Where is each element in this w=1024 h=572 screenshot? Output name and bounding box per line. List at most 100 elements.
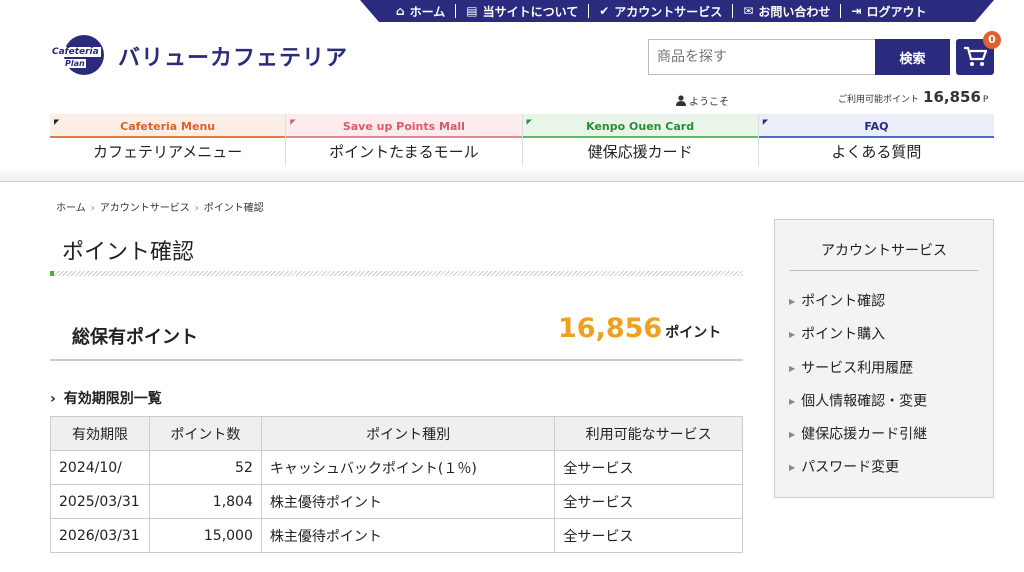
points-by-expiry-table: 有効期限 ポイント数 ポイント種別 利用可能なサービス 2024/10/ 52 … bbox=[50, 416, 743, 553]
chevron-right-icon: › bbox=[90, 203, 95, 214]
tab-corner-mark-icon: ◤ bbox=[762, 118, 769, 126]
top-nav-bar: ⌂ ホーム ▤ 当サイトについて ✔ アカウントサービス ✉ お問い合わせ ⇥ … bbox=[360, 0, 994, 22]
table-row: 2024/10/ 52 キャッシュバックポイント(１％) 全サービス bbox=[50, 450, 743, 485]
triangle-right-icon: ▶ bbox=[789, 430, 796, 440]
sidebar-title: アカウントサービス bbox=[790, 240, 978, 271]
table-row: 2026/03/31 15,000 株主優待ポイント 全サービス bbox=[50, 518, 743, 553]
top-nav-contact-label: お問い合わせ bbox=[758, 4, 831, 19]
breadcrumb-account[interactable]: アカウントサービス bbox=[100, 203, 190, 214]
column-header-type: ポイント種別 bbox=[260, 416, 556, 451]
tab-corner-mark-icon: ◤ bbox=[54, 118, 60, 126]
sidebar-item-personal-info[interactable]: ▶ 個人情報確認・変更 bbox=[775, 385, 993, 418]
total-points-label: 総保有ポイント bbox=[72, 327, 198, 348]
column-header-service: 利用可能なサービス bbox=[554, 416, 743, 451]
table-header-row: 有効期限 ポイント数 ポイント種別 利用可能なサービス bbox=[50, 416, 743, 451]
cell-points: 15,000 bbox=[148, 518, 262, 553]
cell-points: 1,804 bbox=[148, 484, 262, 519]
breadcrumb: ホーム › アカウントサービス › ポイント確認 bbox=[56, 199, 264, 214]
nav-tab-en-label: Save up Points Mall bbox=[286, 114, 522, 138]
sidebar-item-label: パスワード変更 bbox=[801, 459, 900, 476]
available-points-label: ご利用可能ポイント bbox=[838, 95, 920, 105]
nav-tab-jp-label: カフェテリアメニュー bbox=[92, 143, 243, 161]
chevron-right-icon: › bbox=[50, 391, 56, 407]
logout-icon: ⇥ bbox=[851, 4, 862, 18]
available-points: ご利用可能ポイント 16,856 P bbox=[838, 88, 988, 106]
sidebar-item-label: 健保応援カード引継 bbox=[801, 426, 928, 443]
top-nav-logout-label: ログアウト bbox=[866, 4, 927, 19]
welcome-message: ようこそ bbox=[676, 93, 729, 108]
welcome-label: ようこそ bbox=[689, 97, 729, 108]
cell-points: 52 bbox=[148, 450, 262, 485]
section-heading-label: 有効期限別一覧 bbox=[63, 391, 162, 407]
page-title: ポイント確認 bbox=[62, 240, 195, 265]
user-icon bbox=[676, 95, 686, 106]
search-input[interactable] bbox=[648, 39, 875, 75]
cell-service: 全サービス bbox=[554, 484, 743, 519]
nav-tab-en-label: Kenpo Ouen Card bbox=[522, 114, 758, 138]
cell-expiry: 2026/03/31 bbox=[50, 518, 150, 553]
sidebar-item-password-change[interactable]: ▶ パスワード変更 bbox=[775, 451, 993, 484]
triangle-right-icon: ▶ bbox=[789, 330, 796, 340]
sidebar-item-label: サービス利用履歴 bbox=[801, 360, 914, 377]
triangle-right-icon: ▶ bbox=[789, 363, 796, 373]
site-logo[interactable]: Cafeteria Plan バリューカフェテリア bbox=[50, 33, 348, 79]
sidebar-item-usage-history[interactable]: ▶ サービス利用履歴 bbox=[775, 352, 993, 385]
sidebar-item-kenpo-card-transfer[interactable]: ▶ 健保応援カード引継 bbox=[775, 418, 993, 451]
logo-text-cafeteria: Cafeteria bbox=[50, 47, 101, 57]
sidebar-item-label: ポイント確認 bbox=[801, 293, 886, 310]
title-divider bbox=[50, 271, 743, 276]
nav-tab-en-label: Cafeteria Menu bbox=[50, 114, 286, 138]
main-nav: ◤ Cafeteria Menu カフェテリアメニュー ◤ Save up Po… bbox=[50, 114, 994, 166]
available-points-value: 16,856 bbox=[923, 88, 981, 106]
logo-text-plan: Plan bbox=[64, 59, 86, 68]
sidebar-item-label: 個人情報確認・変更 bbox=[801, 393, 928, 410]
check-circle-icon: ✔ bbox=[599, 4, 610, 18]
home-icon: ⌂ bbox=[396, 4, 405, 18]
nav-tab-jp-label: 健保応援カード bbox=[587, 143, 693, 161]
nav-tab-jp-label: よくある質問 bbox=[831, 143, 922, 161]
nav-tab-kenpo-card[interactable]: ◤ Kenpo Ouen Card 健保応援カード bbox=[521, 114, 758, 166]
chevron-right-icon: › bbox=[194, 203, 199, 214]
total-points-value: 16,856 bbox=[558, 313, 663, 344]
breadcrumb-current: ポイント確認 bbox=[203, 203, 264, 214]
tab-corner-mark-icon: ◤ bbox=[526, 118, 532, 126]
top-nav-home[interactable]: ⌂ ホーム bbox=[386, 4, 457, 19]
cell-expiry: 2025/03/31 bbox=[50, 484, 150, 519]
envelope-icon: ✉ bbox=[743, 4, 754, 18]
triangle-right-icon: ▶ bbox=[789, 396, 796, 406]
nav-tab-en-label: FAQ bbox=[758, 114, 994, 138]
cell-type: 株主優待ポイント bbox=[260, 484, 556, 519]
nav-tab-points-mall[interactable]: ◤ Save up Points Mall ポイントたまるモール bbox=[285, 114, 522, 166]
column-header-points: ポイント数 bbox=[148, 416, 262, 451]
table-row: 2025/03/31 1,804 株主優待ポイント 全サービス bbox=[50, 484, 743, 519]
available-points-unit: P bbox=[982, 95, 989, 105]
nav-tab-jp-label: ポイントたまるモール bbox=[329, 143, 479, 161]
search-button[interactable]: 検索 bbox=[875, 39, 950, 75]
tab-corner-mark-icon: ◤ bbox=[290, 118, 296, 126]
cell-type: 株主優待ポイント bbox=[260, 518, 556, 553]
top-nav-about[interactable]: ▤ 当サイトについて bbox=[456, 4, 590, 19]
sidebar-item-point-check[interactable]: ▶ ポイント確認 bbox=[775, 285, 993, 318]
sidebar-item-label: ポイント購入 bbox=[801, 326, 886, 343]
nav-tab-faq[interactable]: ◤ FAQ よくある質問 bbox=[757, 114, 994, 166]
book-icon: ▤ bbox=[466, 4, 478, 18]
top-nav-about-label: 当サイトについて bbox=[482, 4, 579, 19]
nav-tab-cafeteria-menu[interactable]: ◤ Cafeteria Menu カフェテリアメニュー bbox=[50, 114, 286, 166]
cart-count-badge: 0 bbox=[983, 31, 1001, 49]
breadcrumb-home[interactable]: ホーム bbox=[56, 203, 86, 214]
sidebar-item-point-purchase[interactable]: ▶ ポイント購入 bbox=[775, 318, 993, 351]
top-nav-account-label: アカウントサービス bbox=[614, 4, 723, 19]
cafeteria-plan-logo-icon: Cafeteria Plan bbox=[50, 33, 110, 79]
nav-divider bbox=[0, 166, 1024, 182]
top-nav-logout[interactable]: ⇥ ログアウト bbox=[841, 4, 936, 19]
cart-icon bbox=[964, 46, 987, 66]
section-heading: › 有効期限別一覧 bbox=[50, 388, 162, 408]
triangle-right-icon: ▶ bbox=[789, 297, 796, 306]
cell-service: 全サービス bbox=[554, 450, 743, 485]
cell-expiry: 2024/10/ bbox=[50, 450, 150, 485]
cell-service: 全サービス bbox=[554, 518, 743, 553]
account-service-sidebar: アカウントサービス ▶ ポイント確認 ▶ ポイント購入 ▶ サービス利用履歴 ▶ 個人情… bbox=[774, 219, 994, 498]
top-nav-account[interactable]: ✔ アカウントサービス bbox=[589, 4, 734, 19]
top-nav-contact[interactable]: ✉ お問い合わせ bbox=[733, 4, 842, 19]
total-divider bbox=[50, 359, 743, 361]
